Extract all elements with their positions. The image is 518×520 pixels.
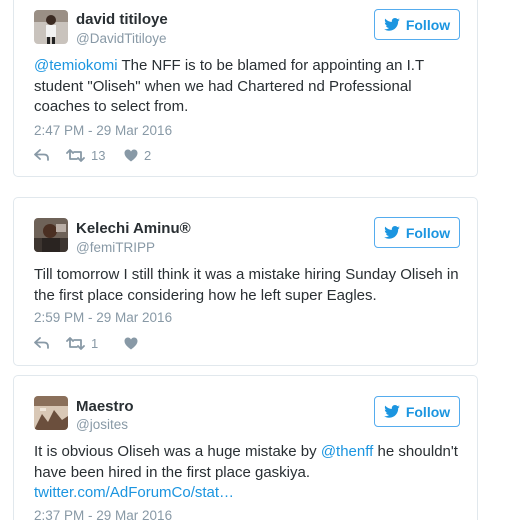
tweet-card: Maestro @josites Follow It is obvious Ol… [13,375,478,520]
retweet-count: 13 [91,147,106,163]
tweet-card: Kelechi Aminu® @femiTRIPP Follow Till to… [13,197,478,366]
retweet-icon [66,148,85,162]
follow-label: Follow [405,16,451,33]
mention-link[interactable]: @temiokomi [34,57,118,74]
tweet-body: It is obvious Oliseh was a huge mistake … [34,443,321,460]
tweet-timestamp[interactable]: 2:59 PM - 29 Mar 2016 [34,310,172,325]
user-handle[interactable]: @DavidTitiloye [76,31,166,46]
user-name[interactable]: Kelechi Aminu® [76,220,191,237]
retweet-button[interactable]: 1 [66,336,124,351]
user-name[interactable]: david titiloye [76,11,168,28]
tweet-text: Till tomorrow I still think it was a mis… [34,266,459,304]
retweet-count: 1 [91,335,99,351]
tweet-timestamp[interactable]: 2:47 PM - 29 Mar 2016 [34,123,172,138]
follow-label: Follow [405,224,451,241]
tweet-text: It is obvious Oliseh was a huge mistake … [34,442,464,504]
like-count: 2 [144,147,152,163]
avatar[interactable] [34,396,68,430]
tweet-actions: 13 2 [34,145,164,165]
user-photo-icon [34,218,68,252]
follow-button[interactable]: Follow [374,217,460,248]
user-photo-icon [34,396,68,430]
tweet-card: david titiloye @DavidTitiloye Follow @te… [13,0,478,177]
heart-icon [124,337,138,349]
follow-button[interactable]: Follow [374,396,460,427]
reply-button[interactable] [34,149,66,161]
avatar[interactable] [34,10,68,44]
follow-label: Follow [405,403,451,420]
avatar[interactable] [34,218,68,252]
twitter-bird-icon [384,405,400,418]
retweet-icon [66,336,85,350]
user-name[interactable]: Maestro [76,398,134,415]
twitter-bird-icon [384,18,400,31]
retweet-button[interactable]: 13 [66,148,124,163]
reply-icon [34,337,49,349]
tweet-actions: 1 [34,333,164,353]
tweet-text: @temiokomi The NFF is to be blamed for a… [34,56,464,118]
reply-button[interactable] [34,337,66,349]
tweet-timestamp[interactable]: 2:37 PM - 29 Mar 2016 [34,508,172,520]
user-handle[interactable]: @femiTRIPP [76,240,155,255]
mention-link[interactable]: @thenff [321,443,374,460]
user-handle[interactable]: @josites [76,417,128,432]
like-button[interactable] [124,337,164,350]
user-photo-icon [34,10,68,44]
twitter-bird-icon [384,226,400,239]
like-button[interactable]: 2 [124,148,164,163]
tweet-url-link[interactable]: twitter.com/AdForumCo/stat… [34,484,234,501]
heart-icon [124,149,138,161]
follow-button[interactable]: Follow [374,9,460,40]
reply-icon [34,149,49,161]
